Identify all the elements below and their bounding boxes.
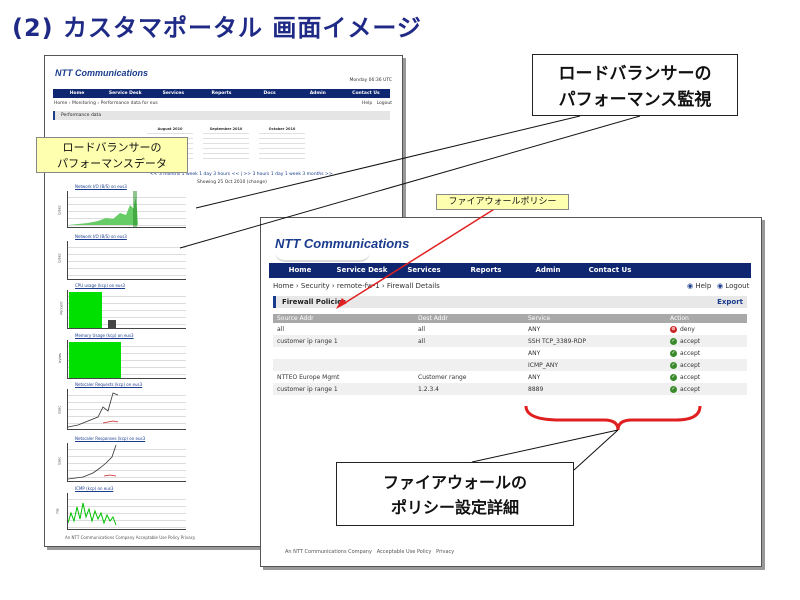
- callout-line-2: ポリシー設定詳細: [390, 498, 519, 517]
- callout-line-2: パフォーマンスデータ: [57, 157, 167, 170]
- callout-line-1: ロードバランサーの: [62, 141, 162, 154]
- callout-line: [573, 429, 619, 471]
- callout-line: [179, 115, 641, 249]
- callout-line: [471, 429, 619, 463]
- callout-line-1: ロードバランサーの: [558, 64, 712, 84]
- red-brace: [524, 405, 702, 431]
- callout-line-1: ファイアウォールの: [382, 473, 527, 492]
- callout-line-2: パフォーマンス監視: [558, 90, 712, 110]
- lb-monitor-callout: ロードバランサーの パフォーマンス監視: [532, 54, 738, 116]
- red-arrow: [339, 207, 497, 307]
- lb-data-callout: ロードバランサーの パフォーマンスデータ: [36, 137, 188, 173]
- fw-detail-callout: ファイアウォールの ポリシー設定詳細: [336, 462, 574, 526]
- fw-policy-callout: ファイアウォールポリシー: [436, 194, 569, 210]
- red-arrow-head: [336, 298, 347, 309]
